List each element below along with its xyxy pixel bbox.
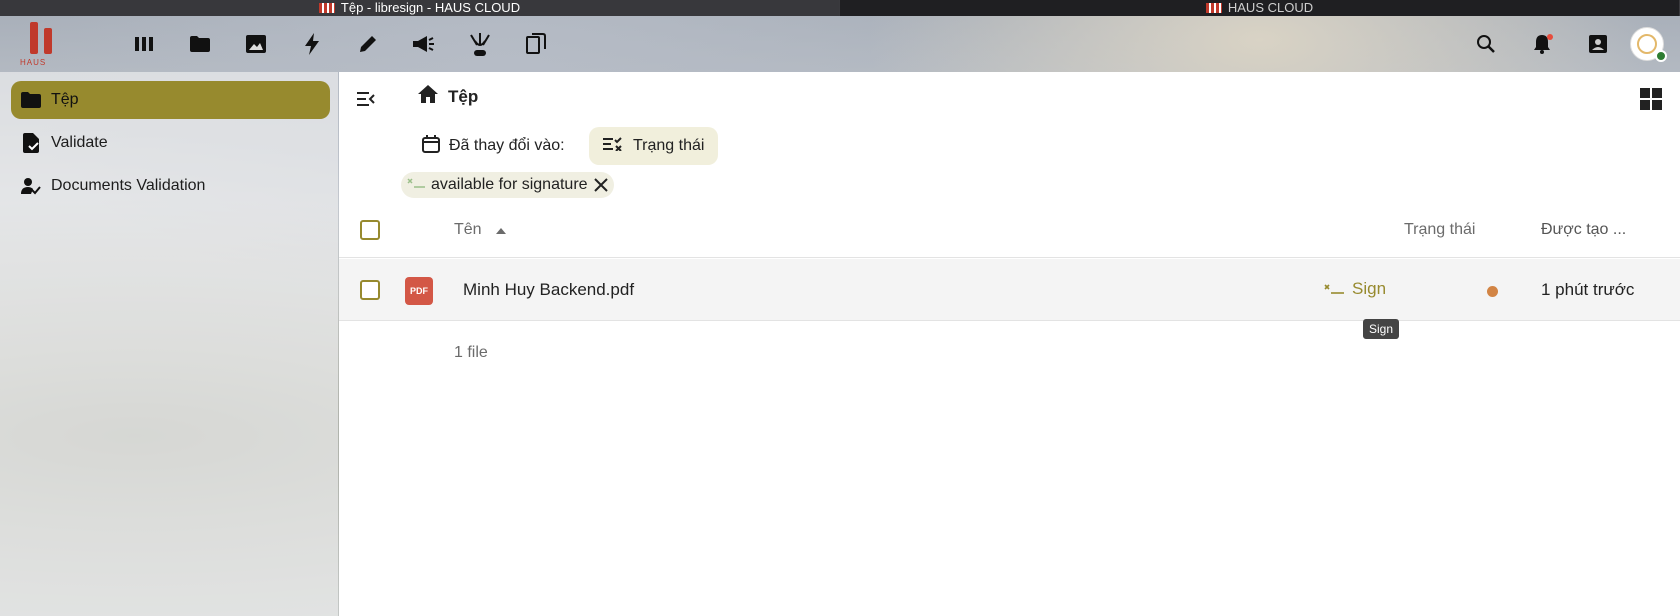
- toggle-navigation-button[interactable]: [353, 86, 379, 112]
- browser-tab-title: Tệp - libresign - HAUS CLOUD: [340, 0, 521, 15]
- haus-favicon-icon: [318, 3, 335, 13]
- dashboard-app-icon[interactable]: [116, 30, 172, 58]
- column-header-name-label: Tên: [454, 221, 482, 239]
- status-indicator-dot: [1487, 286, 1498, 297]
- user-avatar[interactable]: [1630, 27, 1667, 62]
- announcements-app-icon[interactable]: [396, 30, 452, 58]
- column-header-name[interactable]: Tên: [454, 221, 507, 239]
- file-name[interactable]: Minh Huy Backend.pdf: [463, 280, 634, 300]
- column-header-created[interactable]: Được tạo ...: [1541, 221, 1626, 239]
- sidebar-item-documents-validation[interactable]: Documents Validation: [11, 167, 330, 205]
- copy-files-app-icon[interactable]: [508, 30, 564, 58]
- main-content: Tệp Đã thay đổi vào: Trạng thái availabl…: [339, 72, 1680, 616]
- table-row[interactable]: PDF Minh Huy Backend.pdf Sign 1 phút trư…: [339, 259, 1680, 321]
- account-check-icon: [21, 176, 41, 196]
- sidebar-item-files[interactable]: Tệp: [11, 81, 330, 119]
- sign-action-button[interactable]: Sign: [1324, 279, 1386, 299]
- home-icon: [418, 85, 438, 108]
- browser-tab-title: HAUS CLOUD: [1227, 0, 1314, 15]
- notification-bell-icon[interactable]: [1514, 26, 1570, 62]
- app-menu: [116, 30, 564, 58]
- notification-badge: [1547, 34, 1553, 40]
- active-filter-chip-label: available for signature: [431, 176, 588, 193]
- select-all-checkbox[interactable]: [360, 220, 380, 240]
- signature-icon: [407, 176, 425, 194]
- row-select-checkbox[interactable]: [360, 280, 380, 300]
- files-table-header: Tên Trạng thái Được tạo ...: [339, 202, 1680, 258]
- sort-ascending-icon: [496, 221, 507, 239]
- breadcrumb[interactable]: Tệp: [418, 85, 478, 108]
- sidebar-item-label: Documents Validation: [51, 177, 206, 194]
- haus-logo[interactable]: HAUS: [20, 18, 62, 67]
- logo-text: HAUS: [20, 58, 47, 67]
- files-app-icon[interactable]: [172, 30, 228, 58]
- list-status-icon: [603, 136, 623, 156]
- sign-tooltip: Sign: [1363, 319, 1400, 339]
- remove-filter-icon[interactable]: [593, 178, 608, 192]
- activity-app-icon[interactable]: [284, 30, 340, 58]
- contacts-icon[interactable]: [1570, 26, 1626, 62]
- libresign-app-icon[interactable]: [452, 30, 508, 58]
- folder-icon: [21, 90, 41, 110]
- browser-tab[interactable]: HAUS CLOUD: [840, 0, 1680, 16]
- modified-filter-label: Đã thay đổi vào:: [449, 137, 565, 154]
- signature-icon: [1324, 279, 1344, 299]
- file-check-icon: [21, 133, 41, 153]
- grid-view-toggle-button[interactable]: [1640, 88, 1662, 110]
- sidebar-item-label: Tệp: [51, 91, 79, 108]
- sidebar-item-label: Validate: [51, 134, 108, 151]
- file-count-summary: 1 file: [454, 344, 488, 361]
- app-header: HAUS: [0, 16, 1680, 72]
- column-header-status[interactable]: Trạng thái: [1404, 221, 1475, 239]
- search-icon[interactable]: [1458, 26, 1514, 62]
- status-filter-label: Trạng thái: [633, 137, 705, 154]
- modified-filter-button[interactable]: Đã thay đổi vào:: [414, 127, 573, 165]
- sign-action-label: Sign: [1352, 279, 1387, 298]
- haus-favicon-icon: [1205, 3, 1222, 13]
- calendar-icon: [422, 134, 440, 158]
- online-status-indicator: [1655, 50, 1667, 62]
- breadcrumb-label: Tệp: [448, 86, 479, 106]
- status-filter-button[interactable]: Trạng thái: [589, 127, 719, 165]
- active-filter-chip: available for signature: [401, 172, 614, 198]
- created-time: 1 phút trước: [1541, 280, 1635, 299]
- header-right-icons: [1458, 26, 1667, 62]
- photos-app-icon[interactable]: [228, 30, 284, 58]
- sidebar-item-validate[interactable]: Validate: [11, 124, 330, 162]
- app-navigation: Tệp Validate Documents Validation: [0, 72, 338, 616]
- notes-app-icon[interactable]: [340, 30, 396, 58]
- browser-tab-active[interactable]: Tệp - libresign - HAUS CLOUD: [0, 0, 840, 16]
- pdf-file-icon[interactable]: PDF: [405, 277, 433, 305]
- browser-tab-strip: Tệp - libresign - HAUS CLOUD HAUS CLOUD: [0, 0, 1680, 16]
